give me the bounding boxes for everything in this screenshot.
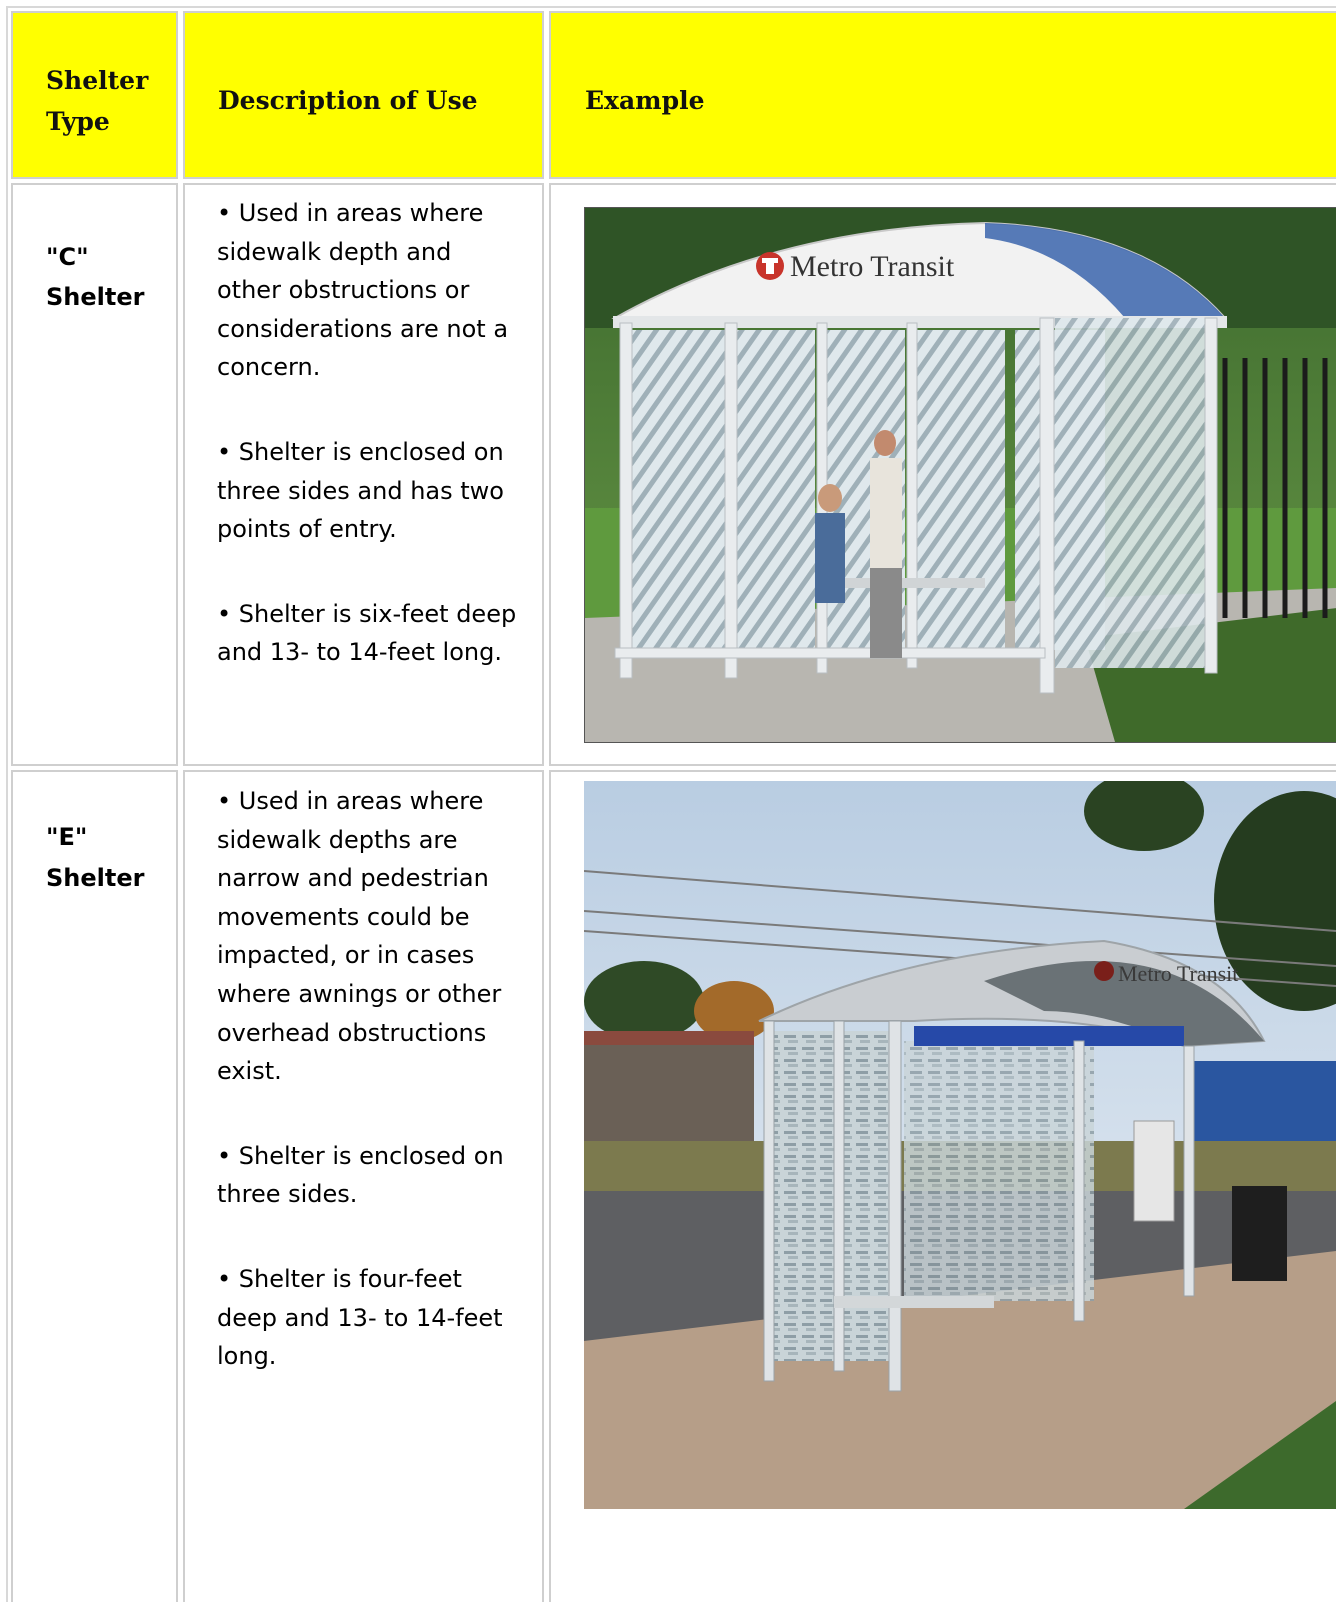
e-shelter-photo: Metro Transit xyxy=(584,781,1336,1509)
row-e-type-line1: "E" xyxy=(46,823,88,851)
e-photo-sign: Metro Transit xyxy=(1118,961,1238,986)
row-c-type-cell xyxy=(11,183,178,766)
row-c-type-line2: Shelter xyxy=(46,283,145,311)
row-c-type-line1: "C" xyxy=(46,243,89,271)
row-e-bullet-1: • Used in areas where sidewalk depths ar… xyxy=(217,787,502,1086)
row-c-bullet-2: • Shelter is enclosed on three sides and… xyxy=(217,437,504,544)
row-e-type-line2: Shelter xyxy=(46,864,145,892)
shelter-table: Shelter Type Description of Use Example … xyxy=(0,0,1336,1602)
header-example: Example xyxy=(585,86,705,115)
c-shelter-photo: Metro Transit xyxy=(584,207,1336,743)
header-description-of-use: Description of Use xyxy=(218,86,478,115)
row-c-description: • Used in areas where sidewalk depth and… xyxy=(217,194,517,718)
row-c-bullet-3: • Shelter is six-feet deep and 13- to 14… xyxy=(217,599,517,667)
row-c-bullet-1: • Used in areas where sidewalk depth and… xyxy=(217,199,509,382)
c-photo-sign: Metro Transit xyxy=(790,250,955,283)
row-e-bullet-3: • Shelter is four-feet deep and 13- to 1… xyxy=(217,1264,503,1371)
row-e-bullet-2: • Shelter is enclosed on three sides. xyxy=(217,1141,504,1209)
header-shelter-type: Shelter Type xyxy=(46,66,149,136)
row-e-description: • Used in areas where sidewalk depths ar… xyxy=(217,782,517,1422)
